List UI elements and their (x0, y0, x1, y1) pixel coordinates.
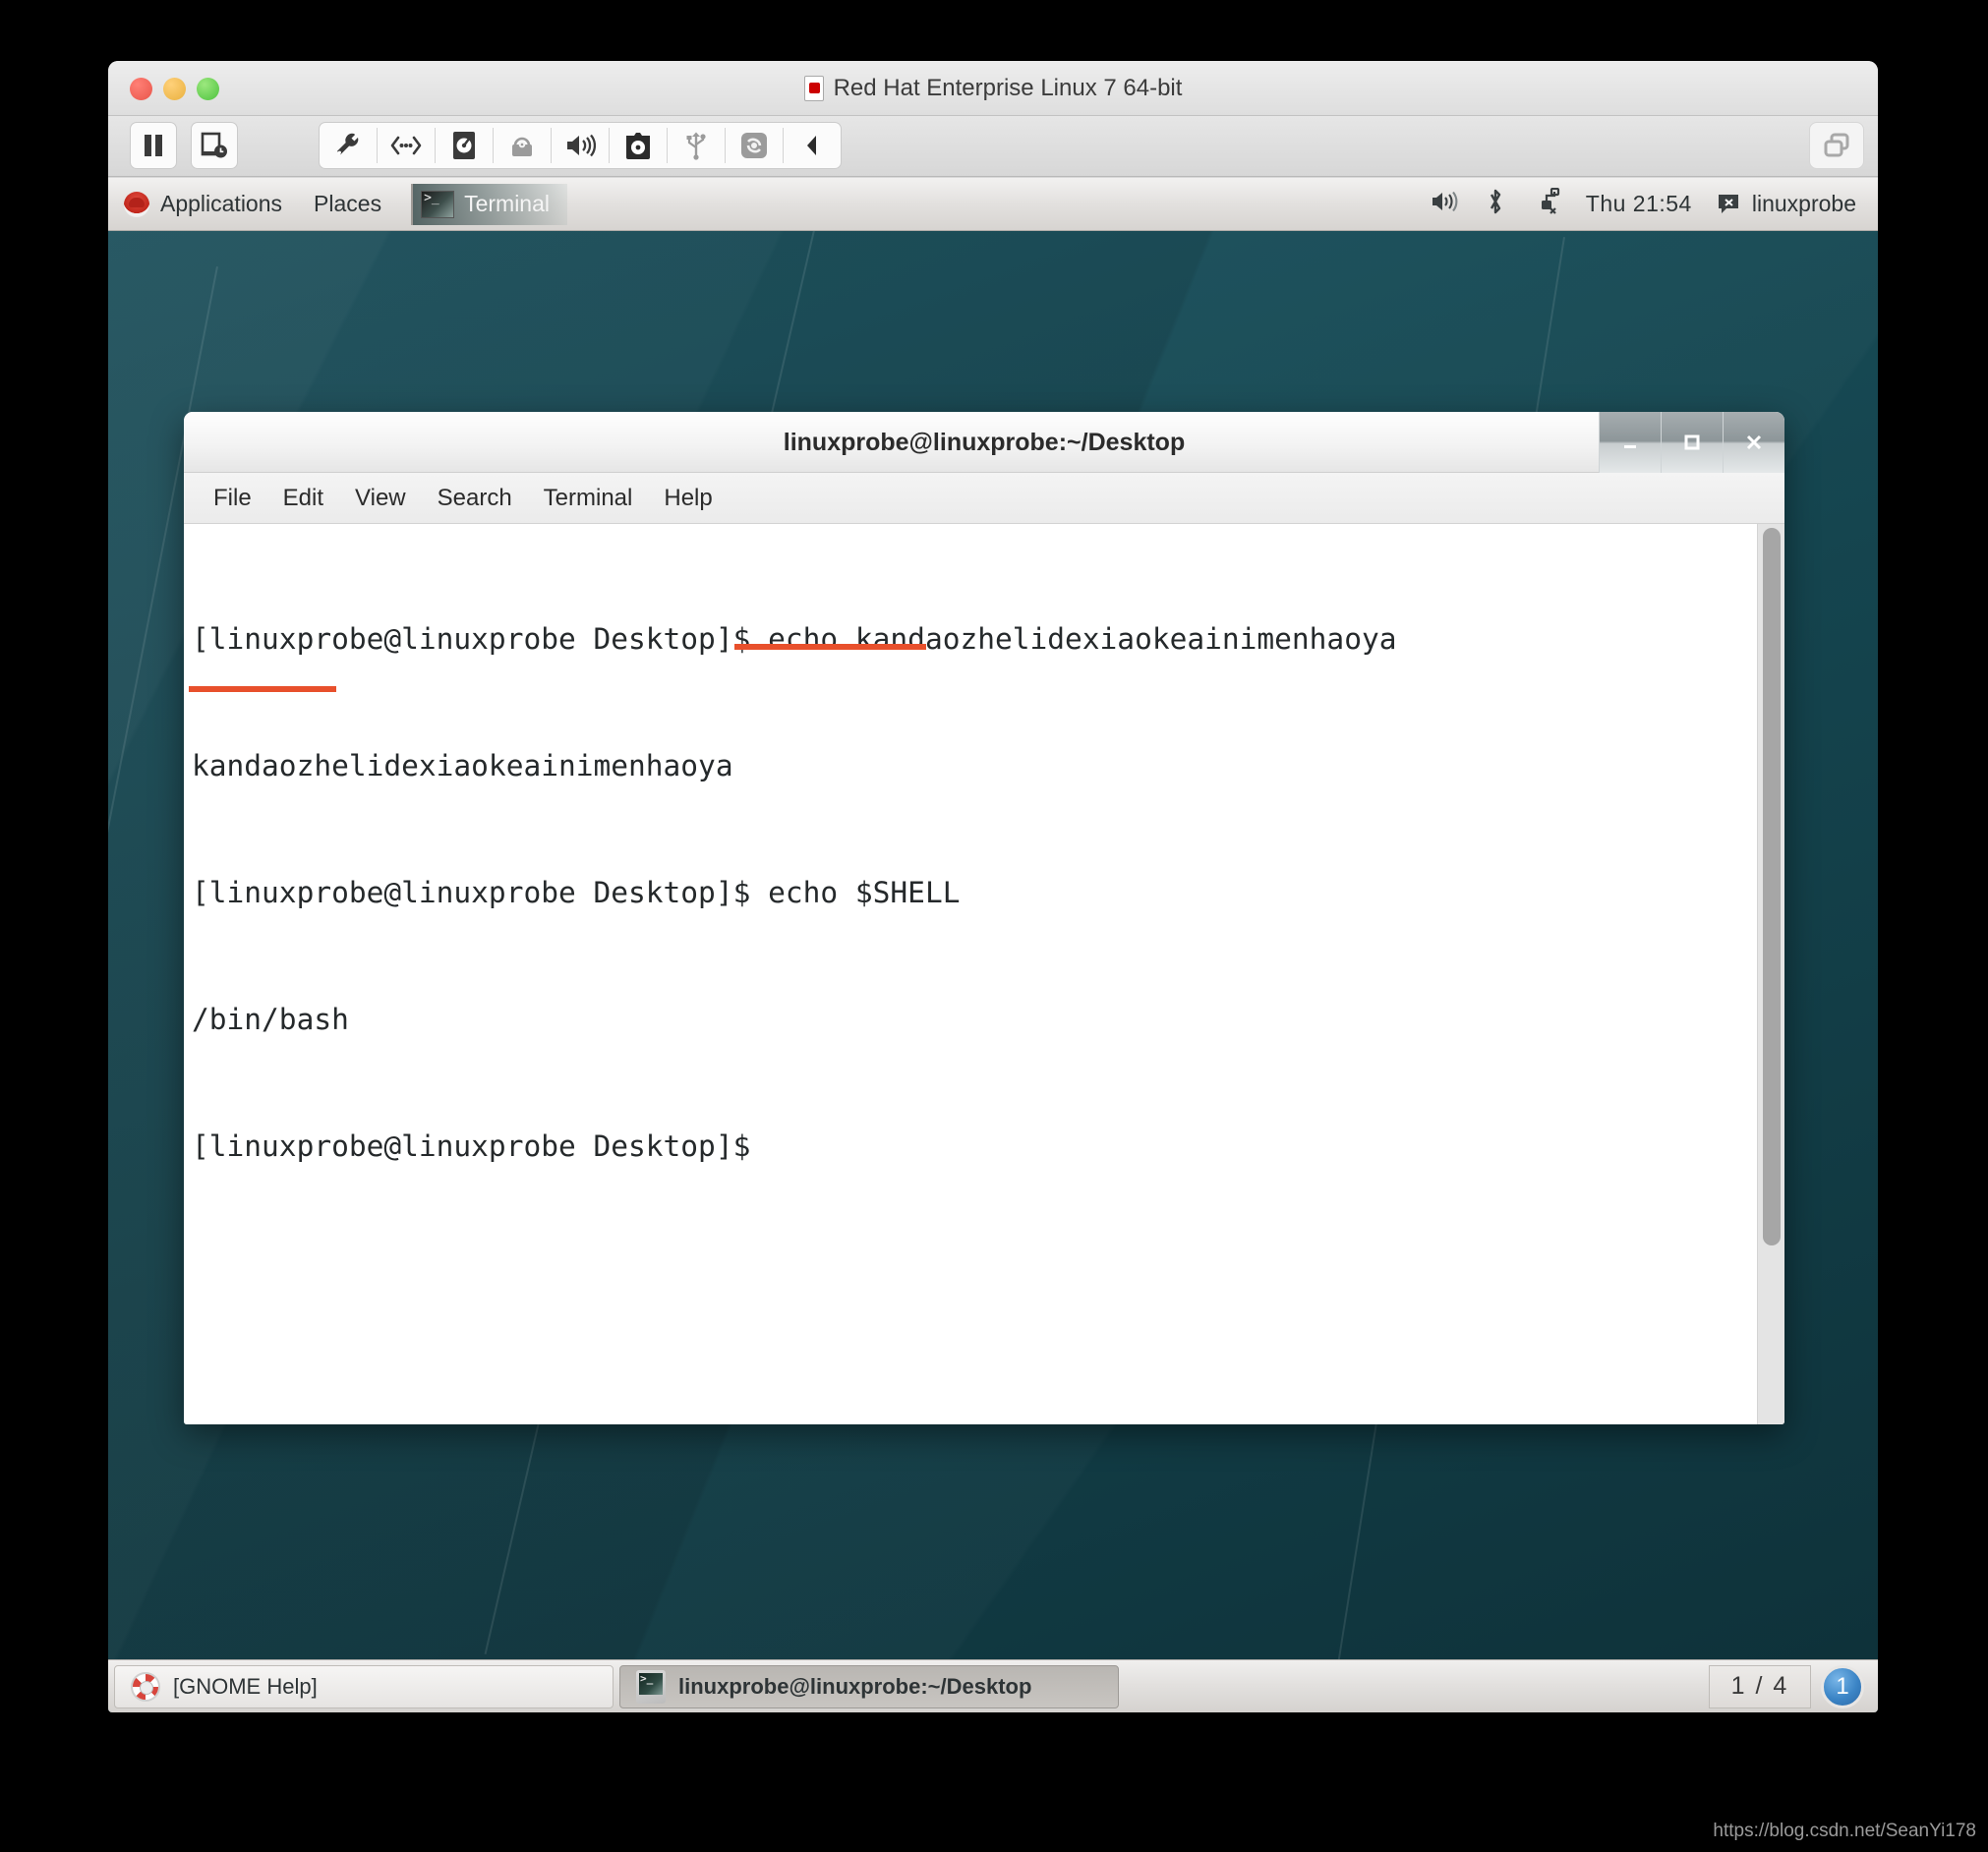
help-lifering-icon (131, 1671, 160, 1702)
collapse-arrow-icon (807, 136, 816, 155)
panel-window-button-terminal[interactable]: Terminal (411, 183, 567, 225)
taskbar-item-terminal[interactable]: >_ linuxprobe@linuxprobe:~/Desktop (619, 1664, 1119, 1708)
terminal-icon (421, 190, 455, 218)
terminal-scrollbar[interactable] (1757, 524, 1784, 1424)
clock[interactable]: Thu 21:54 (1586, 191, 1692, 217)
terminal-line: [linuxprobe@linuxprobe Desktop]$ (192, 1129, 751, 1163)
terminal-icon: >_ (636, 1669, 666, 1704)
terminal-window-controls (1599, 412, 1784, 473)
settings-button[interactable] (320, 123, 377, 168)
redhat-logo-icon (124, 191, 149, 217)
taskbar-item-label: [GNOME Help] (173, 1673, 318, 1699)
sound-button[interactable] (552, 123, 609, 168)
unity-view-button[interactable] (1809, 122, 1864, 169)
guest-screen: Applications Places Terminal (108, 178, 1878, 1712)
taskbar-item-label: linuxprobe@linuxprobe:~/Desktop (678, 1673, 1032, 1699)
gnome-bottom-panel: [GNOME Help] >_ linuxprobe@linuxprobe:~/… (108, 1659, 1878, 1712)
shared-folders-button[interactable] (726, 123, 783, 168)
panel-status-area: Thu 21:54 linuxprobe (1431, 187, 1878, 221)
network-disconnected-icon (1541, 187, 1559, 214)
terminal-window: linuxprobe@linuxprobe:~/Desktop File Edi… (184, 412, 1784, 1424)
terminal-body: [linuxprobe@linuxprobe Desktop]$ echo ka… (184, 524, 1784, 1424)
minimize-icon (1624, 445, 1636, 448)
vm-window: Red Hat Enterprise Linux 7 64-bit Applic… (108, 61, 1878, 1712)
vm-titlebar: Red Hat Enterprise Linux 7 64-bit (108, 61, 1878, 116)
terminal-menubar: File Edit View Search Terminal Help (184, 473, 1784, 524)
terminal-titlebar[interactable]: linuxprobe@linuxprobe:~/Desktop (184, 412, 1784, 473)
volume-icon (1432, 191, 1458, 211)
applications-menu-label: Applications (160, 191, 283, 216)
hard-disk-icon (453, 132, 475, 159)
printer-icon (512, 137, 532, 156)
network-button[interactable] (378, 123, 435, 168)
watermark: https://blog.csdn.net/SeanYi178 (1713, 1821, 1976, 1841)
usb-button[interactable] (668, 123, 725, 168)
sound-icon (567, 134, 596, 157)
hard-disk-button[interactable] (436, 123, 493, 168)
vm-window-title-text: Red Hat Enterprise Linux 7 64-bit (833, 75, 1183, 101)
panel-window-button-label: Terminal (464, 191, 550, 216)
terminal-line: [linuxprobe@linuxprobe Desktop]$ echo ka… (192, 622, 1397, 656)
places-menu-label: Places (314, 191, 382, 216)
collapse-toolbar-button[interactable] (784, 123, 841, 168)
terminal-scrollbar-thumb[interactable] (1763, 528, 1781, 1245)
network-icon (390, 136, 422, 155)
pause-icon (145, 135, 162, 156)
gnome-top-panel: Applications Places Terminal (108, 178, 1878, 231)
usb-icon (686, 132, 706, 160)
panel-left-group: Applications Places Terminal (108, 178, 567, 230)
terminal-output[interactable]: [linuxprobe@linuxprobe Desktop]$ echo ka… (184, 524, 1757, 1424)
unity-view-icon (1824, 133, 1849, 157)
bluetooth-indicator[interactable] (1486, 188, 1505, 221)
volume-indicator[interactable] (1431, 190, 1460, 219)
menu-terminal[interactable]: Terminal (528, 481, 649, 516)
terminal-title: linuxprobe@linuxprobe:~/Desktop (783, 429, 1186, 456)
snapshot-icon (201, 132, 227, 158)
maximize-icon (1684, 434, 1700, 450)
settings-wrench-icon (337, 133, 359, 155)
printer-button[interactable] (494, 123, 551, 168)
pause-vm-button[interactable] (130, 122, 177, 169)
menu-edit[interactable]: Edit (267, 481, 339, 516)
network-indicator[interactable] (1531, 187, 1560, 221)
workspace-switcher[interactable]: 1 / 4 (1709, 1664, 1811, 1708)
taskbar-right-group: 1 / 4 1 (1709, 1664, 1872, 1708)
user-menu[interactable]: linuxprobe (1718, 191, 1856, 217)
applications-menu[interactable]: Applications (108, 178, 298, 230)
menu-help[interactable]: Help (648, 481, 728, 516)
menu-search[interactable]: Search (422, 481, 528, 516)
bluetooth-icon (1490, 189, 1500, 213)
terminal-line: [linuxprobe@linuxprobe Desktop]$ echo $S… (192, 876, 961, 909)
vm-device-toolbar-group (319, 122, 842, 169)
snapshot-button[interactable] (191, 122, 238, 169)
terminal-close-button[interactable] (1723, 412, 1784, 473)
shared-folders-icon (741, 133, 767, 158)
workspace-badge[interactable]: 1 (1821, 1664, 1864, 1708)
user-menu-label: linuxprobe (1751, 191, 1856, 216)
terminal-line: kandaozhelidexiaokeainimenhaoya (192, 749, 733, 782)
annotation-underline-shell-command (734, 644, 926, 650)
menu-view[interactable]: View (339, 481, 422, 516)
vm-toolbar (108, 116, 1878, 177)
terminal-minimize-button[interactable] (1599, 412, 1661, 473)
close-icon (1746, 434, 1762, 450)
menu-file[interactable]: File (198, 481, 267, 516)
cd-drive-button[interactable] (610, 123, 667, 168)
vm-document-icon (803, 76, 824, 101)
terminal-maximize-button[interactable] (1661, 412, 1723, 473)
vm-window-title: Red Hat Enterprise Linux 7 64-bit (108, 75, 1878, 102)
cd-drive-icon (626, 133, 650, 159)
user-status-icon (1718, 194, 1738, 213)
terminal-line: /bin/bash (192, 1003, 349, 1036)
places-menu[interactable]: Places (298, 178, 397, 230)
annotation-underline-bin-bash (189, 686, 336, 692)
taskbar-item-gnome-help[interactable]: [GNOME Help] (114, 1664, 614, 1708)
